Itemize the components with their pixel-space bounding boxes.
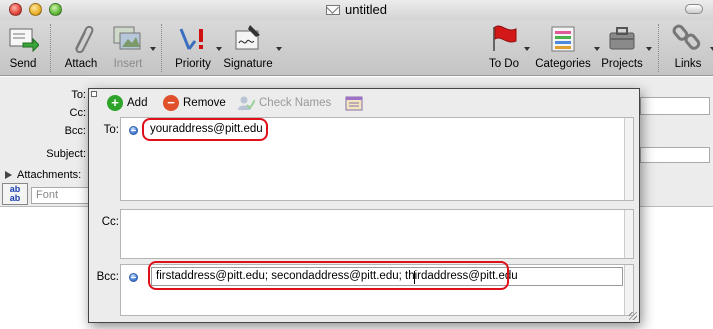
bcc-highlight-annotation (148, 261, 509, 290)
priority-icon (179, 28, 203, 50)
toolbar-separator (658, 24, 659, 72)
signature-label: Signature (223, 58, 273, 70)
todo-button[interactable]: To Do (486, 22, 530, 74)
signature-button[interactable]: Signature (222, 22, 282, 74)
popup-cc-field[interactable] (120, 209, 634, 259)
add-label: Add (127, 97, 148, 109)
popup-to-field[interactable]: youraddress@pitt.edu (120, 117, 634, 201)
popup-cc-label: Cc: (101, 216, 119, 228)
popup-toolbar: + Add − Remove Check Names (89, 89, 641, 116)
add-icon: + (107, 95, 123, 111)
check-names-icon (238, 96, 255, 110)
projects-button[interactable]: Projects (600, 22, 652, 74)
cc-label: Cc: (69, 107, 87, 119)
insert-label: Insert (113, 58, 143, 70)
subject-field[interactable] (640, 147, 710, 163)
toolbar: Send Attach Insert Priority Signature To… (0, 20, 713, 76)
toolbar-toggle-button[interactable] (685, 4, 703, 14)
remove-button[interactable]: − Remove (163, 94, 226, 112)
categories-label: Categories (535, 58, 591, 70)
subject-label: Subject: (46, 148, 86, 160)
envelope-icon (326, 5, 341, 15)
links-icon (672, 24, 701, 50)
projects-label: Projects (601, 58, 643, 70)
address-book-button[interactable] (345, 94, 363, 112)
to-highlight-annotation (142, 118, 268, 141)
add-button[interactable]: + Add (107, 94, 147, 112)
address-status-icon (129, 273, 138, 282)
window-title-wrap: untitled (0, 2, 713, 17)
to-label: To: (71, 89, 86, 101)
check-names-button[interactable]: Check Names (237, 94, 331, 112)
check-names-label: Check Names (259, 97, 332, 109)
links-button[interactable]: Links (668, 22, 713, 74)
popup-to-label: To: (103, 124, 119, 136)
projects-dropdown-icon (646, 47, 652, 51)
address-book-icon (345, 96, 363, 111)
cc-scrollbar[interactable] (624, 210, 633, 258)
address-popup: + Add − Remove Check Names To: youraddre… (88, 88, 640, 323)
signature-dropdown-icon (276, 47, 282, 51)
todo-label: To Do (488, 58, 520, 70)
send-label: Send (9, 58, 37, 70)
paperclip-icon (75, 25, 94, 53)
todo-dropdown-icon (524, 47, 530, 51)
send-icon (9, 28, 39, 53)
flag-icon (493, 25, 517, 51)
insert-dropdown-icon (150, 47, 156, 51)
bcc-label: Bcc: (64, 125, 86, 137)
attachments-toggle[interactable]: Attachments: (5, 169, 81, 181)
insert-image-icon (113, 26, 141, 50)
categories-button[interactable]: Categories (534, 22, 600, 74)
resize-grip[interactable] (629, 312, 637, 320)
categories-icon (551, 26, 575, 52)
links-label: Links (674, 58, 702, 70)
toolbar-separator (161, 24, 162, 72)
priority-label: Priority (175, 58, 211, 70)
send-button[interactable]: Send (4, 22, 42, 74)
attach-label: Attach (64, 58, 98, 70)
window-title-bar: untitled (0, 0, 713, 20)
priority-button[interactable]: Priority (172, 22, 222, 74)
signature-icon (235, 25, 260, 50)
window-title: untitled (345, 2, 387, 17)
formatting-toggle-icon[interactable]: ab ab (2, 183, 28, 205)
toolbar-separator (50, 24, 51, 72)
remove-label: Remove (183, 97, 226, 109)
attach-button[interactable]: Attach (60, 22, 102, 74)
attachments-label: Attachments: (17, 169, 82, 181)
insert-button[interactable]: Insert (108, 22, 156, 74)
popup-bcc-label: Bcc: (96, 271, 119, 283)
projects-icon (609, 27, 635, 50)
bcc-scrollbar[interactable] (624, 265, 633, 315)
disclosure-triangle-icon (5, 171, 12, 179)
to-field[interactable] (640, 97, 710, 115)
address-status-icon (129, 126, 138, 135)
popup-bcc-field[interactable]: firstaddress@pitt.edu; secondaddress@pit… (120, 261, 634, 316)
remove-icon: − (163, 95, 179, 111)
to-scrollbar[interactable] (624, 118, 633, 200)
